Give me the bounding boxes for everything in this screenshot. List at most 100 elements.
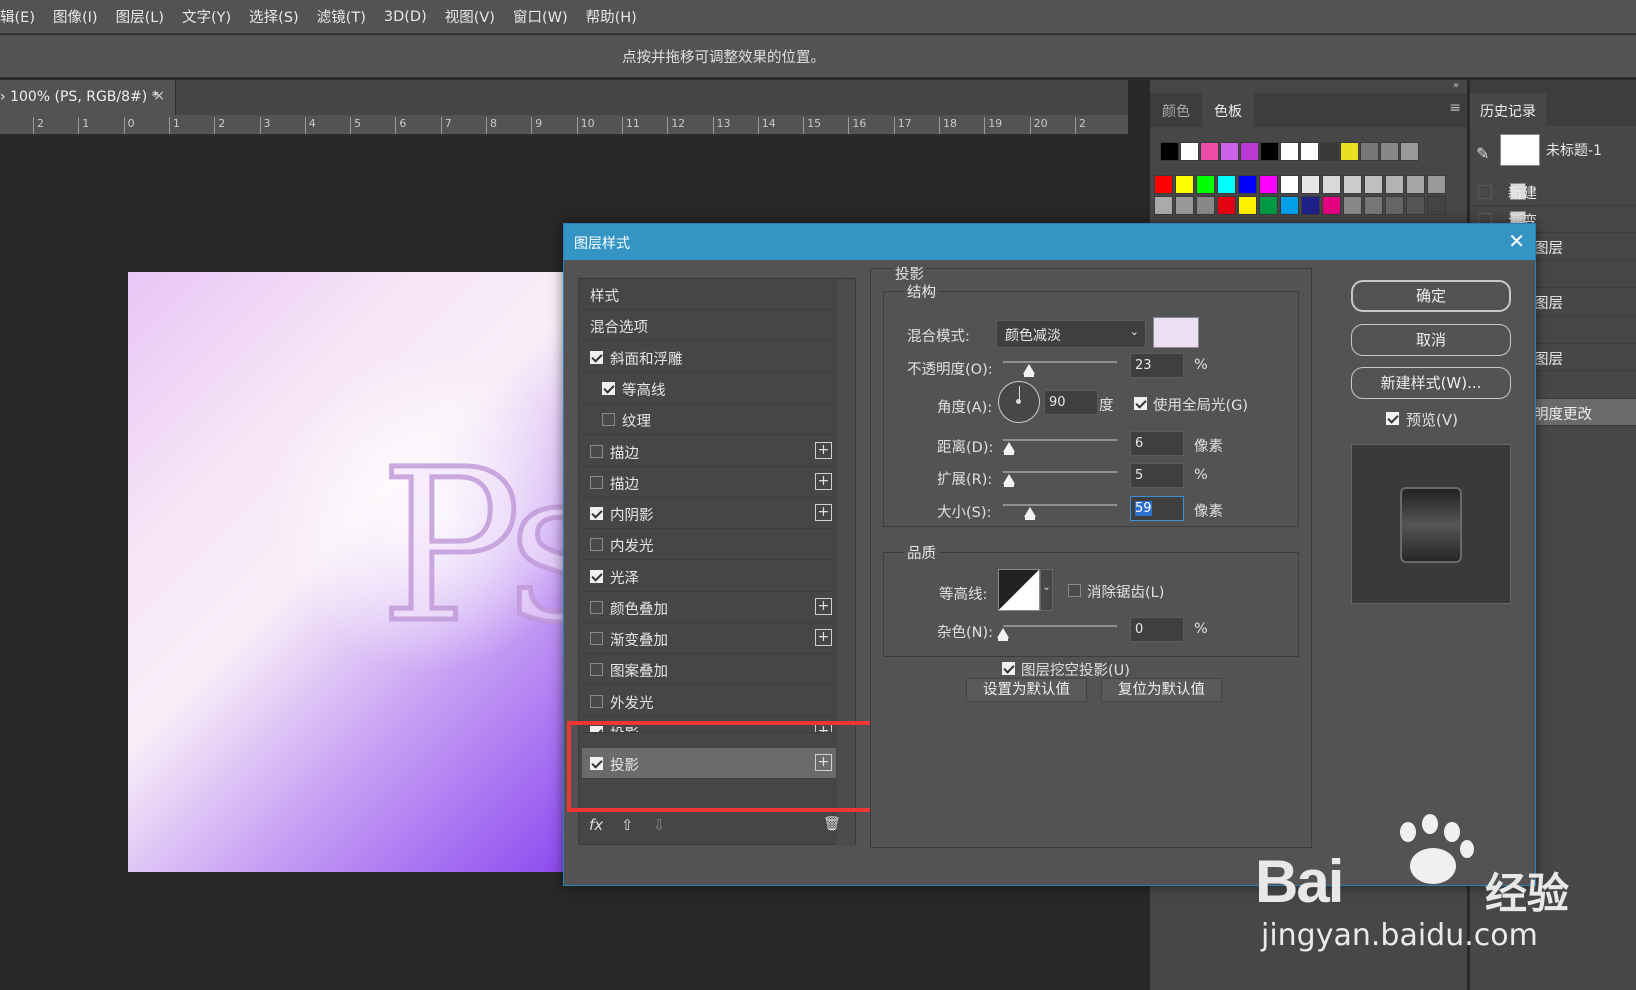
style-item[interactable]: 内阴影 + bbox=[582, 498, 836, 529]
close-icon[interactable]: ✕ bbox=[1508, 229, 1525, 253]
trash-icon[interactable]: 🗑 bbox=[823, 816, 841, 832]
noise-slider[interactable] bbox=[1003, 625, 1117, 627]
menu-item[interactable]: 图像(I) bbox=[44, 6, 107, 27]
swatch[interactable] bbox=[1385, 196, 1404, 215]
tab-history[interactable]: 历史记录 bbox=[1470, 93, 1546, 126]
swatch[interactable] bbox=[1360, 142, 1379, 161]
contour-picker[interactable] bbox=[998, 569, 1040, 611]
panel-menu-icon[interactable]: ≡ bbox=[1449, 100, 1461, 116]
menu-item[interactable]: 视图(V) bbox=[436, 6, 504, 27]
spread-slider-thumb[interactable] bbox=[1002, 474, 1015, 487]
noise-input[interactable]: 0 bbox=[1130, 617, 1184, 642]
swatch[interactable] bbox=[1427, 175, 1446, 194]
spread-slider[interactable] bbox=[1003, 471, 1117, 473]
add-icon[interactable]: + bbox=[815, 504, 832, 521]
swatch[interactable] bbox=[1322, 196, 1341, 215]
style-checkbox[interactable] bbox=[590, 663, 603, 676]
dialog-titlebar[interactable]: 图层样式 ✕ bbox=[564, 224, 1535, 260]
style-checkbox[interactable] bbox=[590, 507, 603, 520]
history-checkbox[interactable] bbox=[1478, 185, 1492, 199]
style-item[interactable]: 外发光 bbox=[582, 686, 836, 717]
menu-item[interactable]: 辑(E) bbox=[0, 6, 44, 27]
preview-checkbox[interactable] bbox=[1386, 412, 1399, 425]
move-down-icon[interactable]: ⇩ bbox=[653, 816, 666, 834]
chevron-down-icon[interactable]: ⌄ bbox=[1040, 569, 1053, 611]
swatch[interactable] bbox=[1343, 175, 1362, 194]
style-item[interactable]: 内发光 bbox=[582, 529, 836, 560]
swatch[interactable] bbox=[1427, 196, 1446, 215]
swatch[interactable] bbox=[1200, 142, 1219, 161]
angle-input[interactable]: 90 bbox=[1044, 390, 1098, 415]
global-light-checkbox[interactable] bbox=[1134, 397, 1147, 410]
document-tab[interactable]: › 100% (PS, RGB/8#) * × bbox=[0, 80, 176, 115]
antialias-checkbox[interactable] bbox=[1068, 584, 1081, 597]
knockout-checkbox[interactable] bbox=[1002, 662, 1015, 675]
set-default-button[interactable]: 设置为默认值 bbox=[966, 678, 1087, 702]
swatch[interactable] bbox=[1364, 196, 1383, 215]
swatch[interactable] bbox=[1259, 175, 1278, 194]
swatch[interactable] bbox=[1300, 142, 1319, 161]
style-checkbox[interactable] bbox=[590, 476, 603, 489]
menu-item[interactable]: 3D(D) bbox=[375, 9, 436, 25]
history-snapshot[interactable]: ✎ 未标题-1 bbox=[1470, 130, 1636, 178]
style-item[interactable]: 样式 bbox=[582, 279, 836, 310]
swatch[interactable] bbox=[1220, 142, 1239, 161]
noise-slider-thumb[interactable] bbox=[997, 628, 1009, 641]
style-item[interactable]: 颜色叠加 + bbox=[582, 592, 836, 623]
add-icon[interactable]: + bbox=[815, 473, 832, 490]
style-item[interactable]: 光泽 bbox=[582, 561, 836, 592]
swatch[interactable] bbox=[1301, 196, 1320, 215]
style-checkbox[interactable] bbox=[590, 632, 603, 645]
swatch[interactable] bbox=[1301, 175, 1320, 194]
menu-item[interactable]: 帮助(H) bbox=[577, 6, 646, 27]
history-brush-icon[interactable]: ✎ bbox=[1476, 144, 1489, 163]
swatch[interactable] bbox=[1406, 196, 1425, 215]
style-checkbox[interactable] bbox=[590, 601, 603, 614]
swatch[interactable] bbox=[1240, 142, 1259, 161]
size-input[interactable]: 59 bbox=[1130, 496, 1184, 521]
opacity-input[interactable]: 23 bbox=[1130, 353, 1184, 378]
style-item[interactable]: 斜面和浮雕 bbox=[582, 342, 836, 373]
style-checkbox[interactable] bbox=[590, 695, 603, 708]
menu-item[interactable]: 选择(S) bbox=[240, 6, 308, 27]
history-item[interactable]: 新建 bbox=[1470, 178, 1636, 206]
swatch[interactable] bbox=[1175, 175, 1194, 194]
style-item[interactable]: 渐变叠加 + bbox=[582, 623, 836, 654]
swatch[interactable] bbox=[1259, 196, 1278, 215]
add-icon[interactable]: + bbox=[815, 598, 832, 615]
style-item[interactable]: 纹理 bbox=[582, 404, 836, 435]
swatch[interactable] bbox=[1196, 175, 1215, 194]
new-style-button[interactable]: 新建样式(W)... bbox=[1351, 367, 1511, 399]
distance-input[interactable]: 6 bbox=[1130, 431, 1184, 456]
swatch[interactable] bbox=[1260, 142, 1279, 161]
style-checkbox[interactable] bbox=[590, 445, 603, 458]
blend-mode-select[interactable]: 颜色减淡 ⌄ bbox=[996, 320, 1146, 348]
distance-slider-thumb[interactable] bbox=[1002, 442, 1015, 455]
swatch[interactable] bbox=[1196, 196, 1215, 215]
tab-color[interactable]: 颜色 bbox=[1150, 93, 1202, 127]
swatch[interactable] bbox=[1238, 196, 1257, 215]
swatch[interactable] bbox=[1160, 142, 1179, 161]
cancel-button[interactable]: 取消 bbox=[1351, 324, 1511, 356]
angle-dial[interactable] bbox=[998, 381, 1040, 423]
ok-button[interactable]: 确定 bbox=[1351, 280, 1511, 312]
style-checkbox[interactable] bbox=[602, 382, 615, 395]
swatch[interactable] bbox=[1343, 196, 1362, 215]
style-checkbox[interactable] bbox=[590, 570, 603, 583]
menu-item[interactable]: 窗口(W) bbox=[504, 6, 577, 27]
swatch[interactable] bbox=[1217, 175, 1236, 194]
add-icon[interactable]: + bbox=[815, 442, 832, 459]
menu-item[interactable]: 滤镜(T) bbox=[308, 6, 375, 27]
style-checkbox[interactable] bbox=[590, 538, 603, 551]
size-slider-thumb[interactable] bbox=[1024, 507, 1037, 520]
menu-item[interactable]: 图层(L) bbox=[107, 6, 173, 27]
document-canvas[interactable]: Ps bbox=[128, 272, 588, 872]
tab-swatches[interactable]: 色板 bbox=[1202, 93, 1254, 127]
collapse-icon[interactable]: » bbox=[1453, 80, 1459, 91]
style-item[interactable]: 混合选项 bbox=[582, 310, 836, 341]
swatch[interactable] bbox=[1154, 175, 1173, 194]
style-item[interactable]: 等高线 bbox=[582, 373, 836, 404]
swatch[interactable] bbox=[1322, 175, 1341, 194]
style-item[interactable]: 描边 + bbox=[582, 467, 836, 498]
style-item[interactable]: 描边 + bbox=[582, 436, 836, 467]
